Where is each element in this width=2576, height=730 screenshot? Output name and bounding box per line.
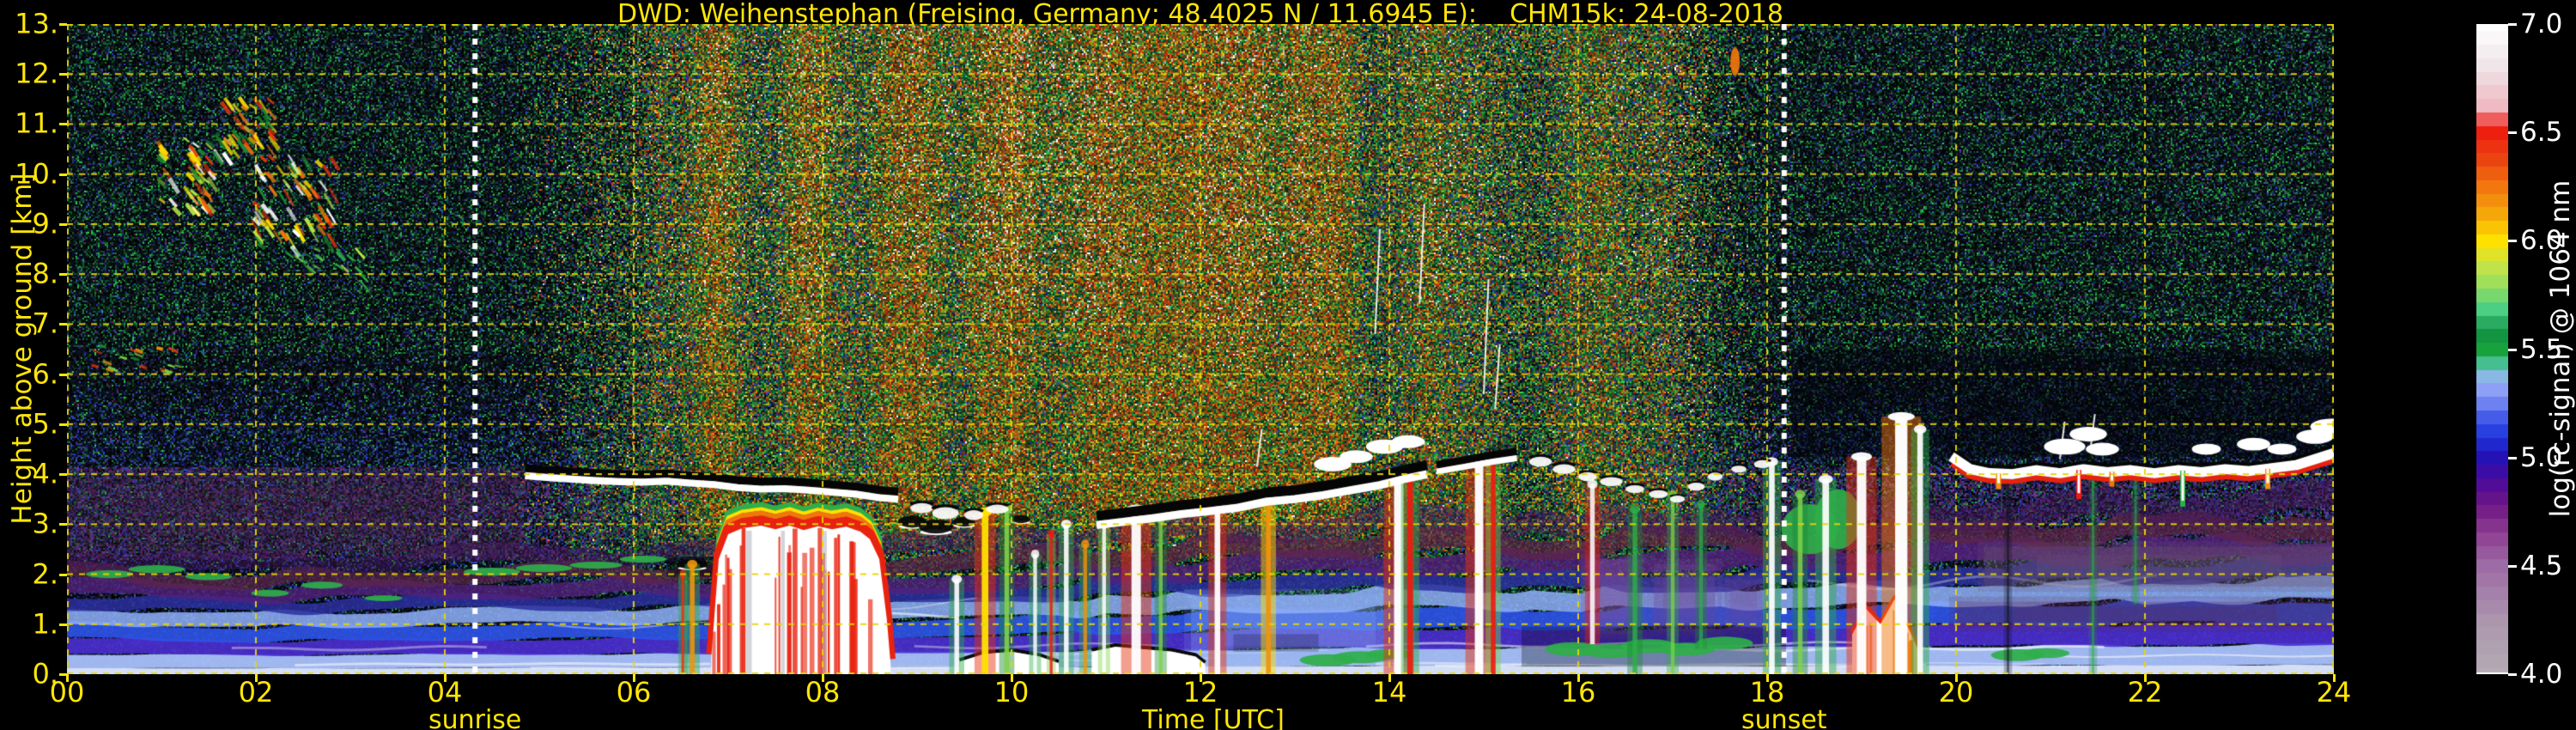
colorbar-tick-mark	[2508, 348, 2517, 351]
colorbar-tick-label: 5.0	[2520, 441, 2563, 473]
y-tick-mark	[59, 623, 67, 626]
colorbar-tick-mark	[2508, 673, 2517, 676]
y-tick-label: 10.	[15, 157, 58, 191]
colorbar-tick-mark	[2508, 240, 2517, 243]
y-tick-mark	[59, 273, 67, 277]
colorbar-tick-label: 4.0	[2520, 658, 2563, 690]
x-tick-mark	[66, 674, 69, 682]
x-tick-label: 20	[1938, 676, 1974, 709]
colorbar-tick-label: 5.5	[2520, 333, 2563, 365]
y-tick-label: 4.	[32, 457, 58, 490]
y-tick-mark	[59, 73, 67, 76]
x-tick-label: 18	[1749, 676, 1785, 709]
y-tick-label: 13.	[15, 7, 58, 40]
ceilometer-figure: DWD: Weihenstephan (Freising, Germany; 4…	[0, 0, 2576, 730]
x-tick-mark	[1388, 674, 1391, 682]
sun-event-label-sunset: sunset	[1741, 705, 1827, 730]
y-tick-label: 11.	[15, 106, 58, 140]
heatmap-canvas	[67, 24, 2334, 674]
sun-event-label-sunrise: sunrise	[428, 705, 522, 730]
y-tick-mark	[59, 222, 67, 226]
x-tick-mark	[633, 674, 635, 682]
colorbar-tick-mark	[2508, 23, 2517, 26]
y-tick-label: 12.	[15, 57, 58, 90]
colorbar-tick-mark	[2508, 131, 2517, 135]
colorbar-tick-mark	[2508, 456, 2517, 459]
x-tick-label: 22	[2127, 676, 2163, 709]
colorbar-canvas	[2476, 24, 2508, 674]
x-tick-label: 12	[1182, 676, 1218, 709]
y-tick-mark	[59, 423, 67, 426]
x-tick-label: 14	[1371, 676, 1407, 709]
x-tick-label: 24	[2316, 676, 2352, 709]
y-tick-mark	[59, 373, 67, 376]
colorbar-tick-mark	[2508, 564, 2517, 568]
colorbar-tick-label: 6.5	[2520, 117, 2563, 149]
y-tick-mark	[59, 173, 67, 176]
x-tick-label: 06	[616, 676, 652, 709]
x-tick-mark	[255, 674, 258, 682]
colorbar-tick-label: 4.5	[2520, 550, 2563, 581]
x-tick-label: 10	[993, 676, 1030, 709]
x-tick-mark	[1011, 674, 1013, 682]
x-tick-mark	[2144, 674, 2147, 682]
x-tick-mark	[444, 674, 447, 682]
x-tick-mark	[1577, 674, 1580, 682]
x-tick-label: 16	[1560, 676, 1596, 709]
colorbar-tick-label: 6.0	[2520, 225, 2563, 257]
x-tick-mark	[1766, 674, 1769, 682]
y-tick-label: 3.	[32, 507, 58, 540]
y-tick-label: 8.	[32, 257, 58, 290]
y-tick-mark	[59, 123, 67, 126]
x-tick-mark	[1200, 674, 1202, 682]
y-tick-mark	[59, 573, 67, 576]
y-tick-label: 7.	[32, 307, 58, 340]
colorbar-tick-label: 7.0	[2520, 8, 2563, 40]
x-tick-label: 04	[427, 676, 463, 709]
y-tick-label: 6.	[32, 357, 58, 391]
x-tick-label: 08	[805, 676, 841, 709]
x-tick-mark	[822, 674, 824, 682]
x-tick-mark	[2333, 674, 2336, 682]
x-axis-label: Time [UTC]	[1142, 705, 1285, 730]
y-tick-mark	[59, 23, 67, 26]
y-tick-mark	[59, 323, 67, 326]
y-tick-label: 1.	[32, 607, 58, 641]
y-tick-mark	[59, 523, 67, 526]
x-tick-label: 00	[49, 676, 85, 709]
y-tick-label: 9.	[32, 207, 58, 240]
y-tick-mark	[59, 473, 67, 477]
x-tick-mark	[1955, 674, 1958, 682]
y-tick-label: 2.	[32, 557, 58, 590]
x-tick-label: 02	[238, 676, 274, 709]
y-tick-label: 5.	[32, 407, 58, 441]
